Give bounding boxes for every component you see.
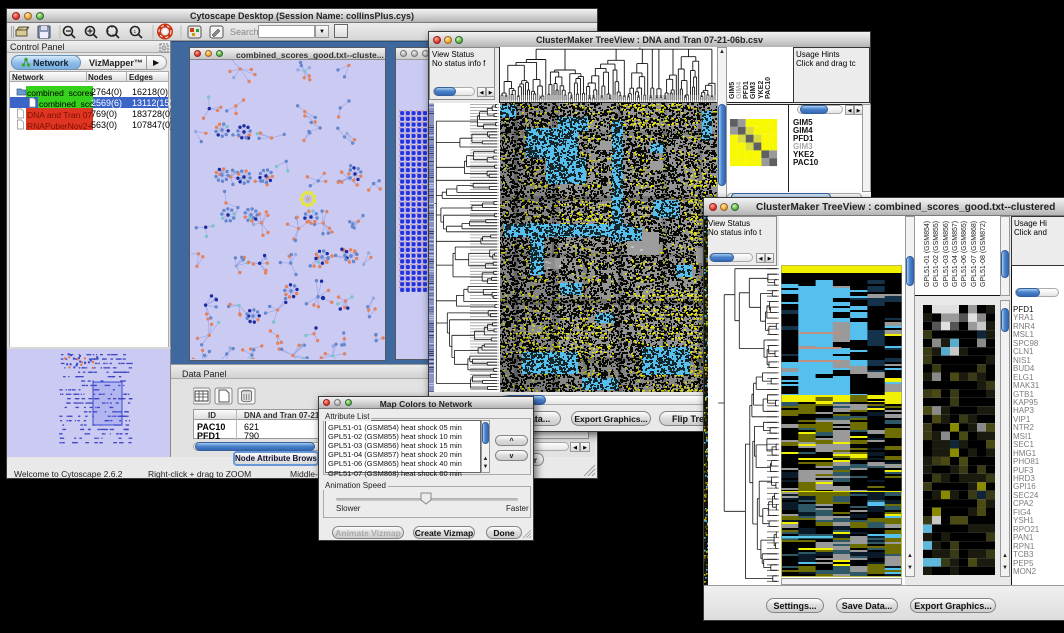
svg-text:1:1: 1:1	[130, 29, 137, 34]
